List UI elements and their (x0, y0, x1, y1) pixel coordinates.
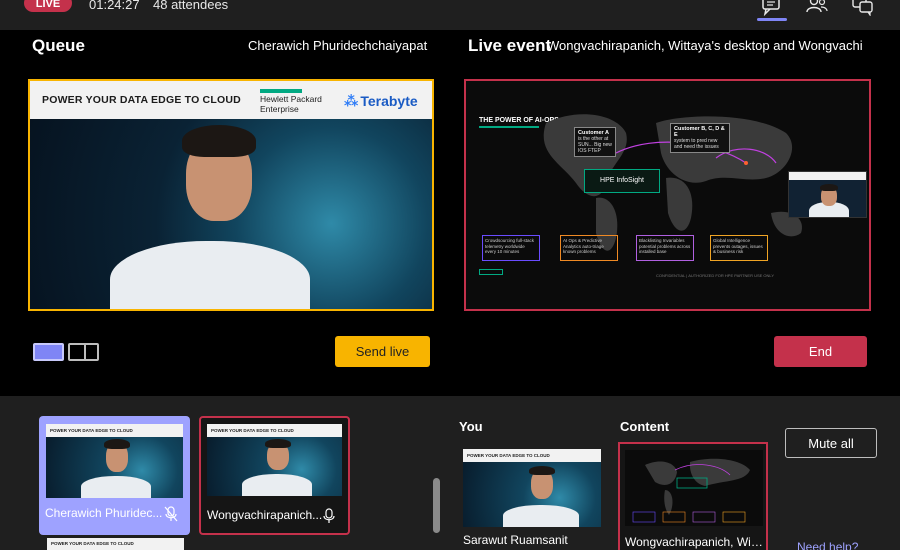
source-name: Cherawich Phuridec... (45, 506, 163, 520)
presentation-banner: POWER YOUR DATA EDGE TO CLOUD Hewlett Pa… (30, 81, 432, 119)
source-tile-cherawich[interactable]: POWER YOUR DATA EDGE TO CLOUD Cherawich … (39, 416, 190, 535)
slide-box-2: AI Ops & Predictive Analytics auto-triag… (560, 235, 618, 261)
active-tab-indicator (757, 18, 787, 21)
mic-off-icon[interactable] (164, 506, 178, 522)
source-tile-wongvachirapanich[interactable]: POWER YOUR DATA EDGE TO CLOUD Wongvachir… (199, 416, 350, 535)
tile-thumbnail: POWER YOUR DATA EDGE TO CLOUD (46, 424, 183, 498)
slide-box-1: Crowdsourcing full-stack telemetry world… (482, 235, 540, 261)
live-preview[interactable]: THE POWER OF AI-OPS Customer Ais the oth… (464, 79, 871, 311)
slide-box-4: Global Intelligence prevents outages, is… (710, 235, 768, 261)
you-name: Sarawut Ruamsanit (463, 533, 568, 547)
presenter-video (110, 121, 310, 309)
terabyte-logo: ⁂ Terabyte (344, 93, 418, 109)
people-icon[interactable] (806, 0, 830, 16)
banner-headline: POWER YOUR DATA EDGE TO CLOUD (42, 94, 241, 106)
chat-icon[interactable] (761, 0, 785, 17)
mute-all-button[interactable]: Mute all (785, 428, 877, 458)
source-name: Wongvachirapanich... (207, 508, 323, 522)
customer-a-callout: Customer Ais the other at SUN... Big new… (574, 127, 616, 157)
attendee-count: 48 attendees (153, 0, 229, 12)
queue-heading: Queue (32, 36, 85, 55)
content-thumbnail (625, 450, 763, 526)
need-help-link[interactable]: Need help? (797, 540, 858, 550)
presenter-pip (788, 171, 867, 218)
you-heading: You (459, 419, 483, 434)
queue-presenter-name: Cherawich Phuridechchaiyapat (248, 38, 428, 53)
end-button[interactable]: End (774, 336, 867, 367)
stage-panel: Queue Cherawich Phuridechchaiyapat Live … (0, 30, 900, 396)
send-live-button[interactable]: Send live (335, 336, 430, 367)
mic-icon[interactable] (322, 508, 336, 524)
single-layout-button[interactable] (33, 343, 64, 361)
hpe-logo: Hewlett Packard Enterprise (260, 89, 322, 114)
top-bar: LIVE 01:24:27 48 attendees (0, 0, 900, 22)
next-source-thumbnail[interactable]: POWER YOUR DATA EDGE TO CLOUD (47, 538, 184, 550)
content-heading: Content (620, 419, 670, 434)
customer-bcde-callout: Customer B, C, D & Esystem to pred new a… (670, 123, 730, 153)
content-tile[interactable]: Wongvachirapanich, Witt... (618, 442, 768, 550)
split-layout-button[interactable] (68, 343, 99, 361)
tile-thumbnail: POWER YOUR DATA EDGE TO CLOUD (207, 424, 342, 496)
slide-footer: CONFIDENTIAL | AUTHORIZED FOR HPE PARTNE… (656, 273, 775, 278)
content-source-name: Wongvachirapanich, Witt... (625, 535, 763, 549)
queue-preview[interactable]: POWER YOUR DATA EDGE TO CLOUD Hewlett Pa… (28, 79, 434, 311)
sources-panel: POWER YOUR DATA EDGE TO CLOUD Cherawich … (0, 400, 900, 550)
qna-icon[interactable] (852, 0, 876, 17)
you-video-thumbnail[interactable]: POWER YOUR DATA EDGE TO CLOUD (463, 449, 601, 527)
sources-scrollbar[interactable] (433, 478, 440, 533)
hpe-insight-box: HPE InfoSight (584, 169, 660, 193)
live-presenter-name: Wongvachirapanich, Wittaya's desktop and… (547, 38, 863, 53)
event-timer: 01:24:27 (89, 0, 140, 12)
live-badge: LIVE (24, 0, 72, 12)
slide-box-3: Blacklisting Invariables potential probl… (636, 235, 694, 261)
live-event-heading: Live event (468, 36, 552, 55)
